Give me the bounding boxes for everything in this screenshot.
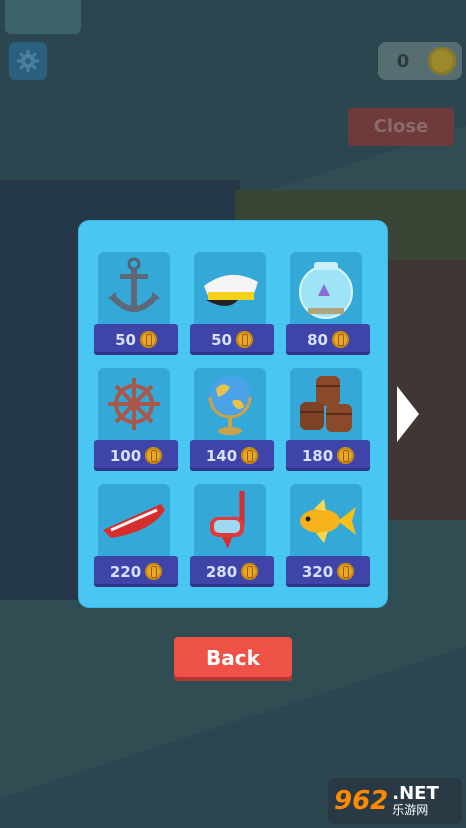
coin-icon [337, 447, 355, 464]
ship-wheel-icon [98, 368, 170, 440]
chevron-right-icon[interactable] [397, 386, 419, 442]
price-tag: 50 [94, 324, 178, 355]
coin-icon [331, 331, 349, 348]
price-value: 280 [205, 562, 238, 581]
price-tag: 280 [190, 556, 274, 587]
back-button[interactable]: Back [174, 637, 292, 681]
coin-icon [145, 447, 163, 464]
price-value: 140 [205, 446, 238, 465]
price-tag: 140 [190, 440, 274, 471]
globe-icon [194, 368, 266, 440]
anchor-icon [98, 252, 170, 324]
shop-item[interactable]: 220 [94, 484, 178, 588]
price-value: 220 [109, 562, 142, 581]
watermark-net: .NET [392, 783, 439, 804]
goldfish-icon [290, 484, 362, 556]
shop-item[interactable]: 280 [190, 484, 274, 588]
price-tag: 100 [94, 440, 178, 471]
coin-icon [428, 47, 456, 75]
top-left-tile [5, 0, 81, 34]
price-tag: 320 [286, 556, 370, 587]
watermark-number: 962 [334, 786, 389, 816]
price-tag: 220 [94, 556, 178, 587]
settings-button[interactable] [9, 42, 47, 80]
close-button[interactable]: Close [348, 108, 454, 146]
coin-count: 0 [396, 50, 410, 72]
shop-panel: 50 50 80 100 140 180 220 280 320 [79, 221, 387, 607]
coin-icon [235, 331, 253, 348]
coin-icon [337, 563, 355, 580]
captain-hat-icon [194, 252, 266, 324]
price-tag: 80 [286, 324, 370, 355]
watermark-site-name: 乐游网 [392, 803, 429, 817]
shop-item[interactable]: 320 [286, 484, 370, 588]
fishbowl-icon [290, 252, 362, 324]
coin-icon [145, 563, 163, 580]
price-tag: 180 [286, 440, 370, 471]
gear-icon [17, 50, 39, 72]
barrels-icon [290, 368, 362, 440]
shop-item[interactable]: 50 [94, 252, 178, 356]
shop-item[interactable]: 80 [286, 252, 370, 356]
rowboat-icon [98, 484, 170, 556]
price-value: 100 [109, 446, 142, 465]
coin-icon [241, 447, 259, 464]
shop-item[interactable]: 100 [94, 368, 178, 472]
shop-item[interactable]: 50 [190, 252, 274, 356]
coin-icon [241, 563, 259, 580]
shop-item[interactable]: 180 [286, 368, 370, 472]
price-value: 80 [307, 330, 328, 349]
coin-counter: 0 [378, 42, 462, 80]
site-watermark: 962 .NET 乐游网 [328, 778, 462, 824]
shop-item[interactable]: 140 [190, 368, 274, 472]
snorkel-mask-icon [194, 484, 266, 556]
price-value: 320 [301, 562, 334, 581]
price-value: 180 [301, 446, 334, 465]
price-value: 50 [115, 330, 136, 349]
price-value: 50 [211, 330, 232, 349]
coin-icon [139, 331, 157, 348]
price-tag: 50 [190, 324, 274, 355]
